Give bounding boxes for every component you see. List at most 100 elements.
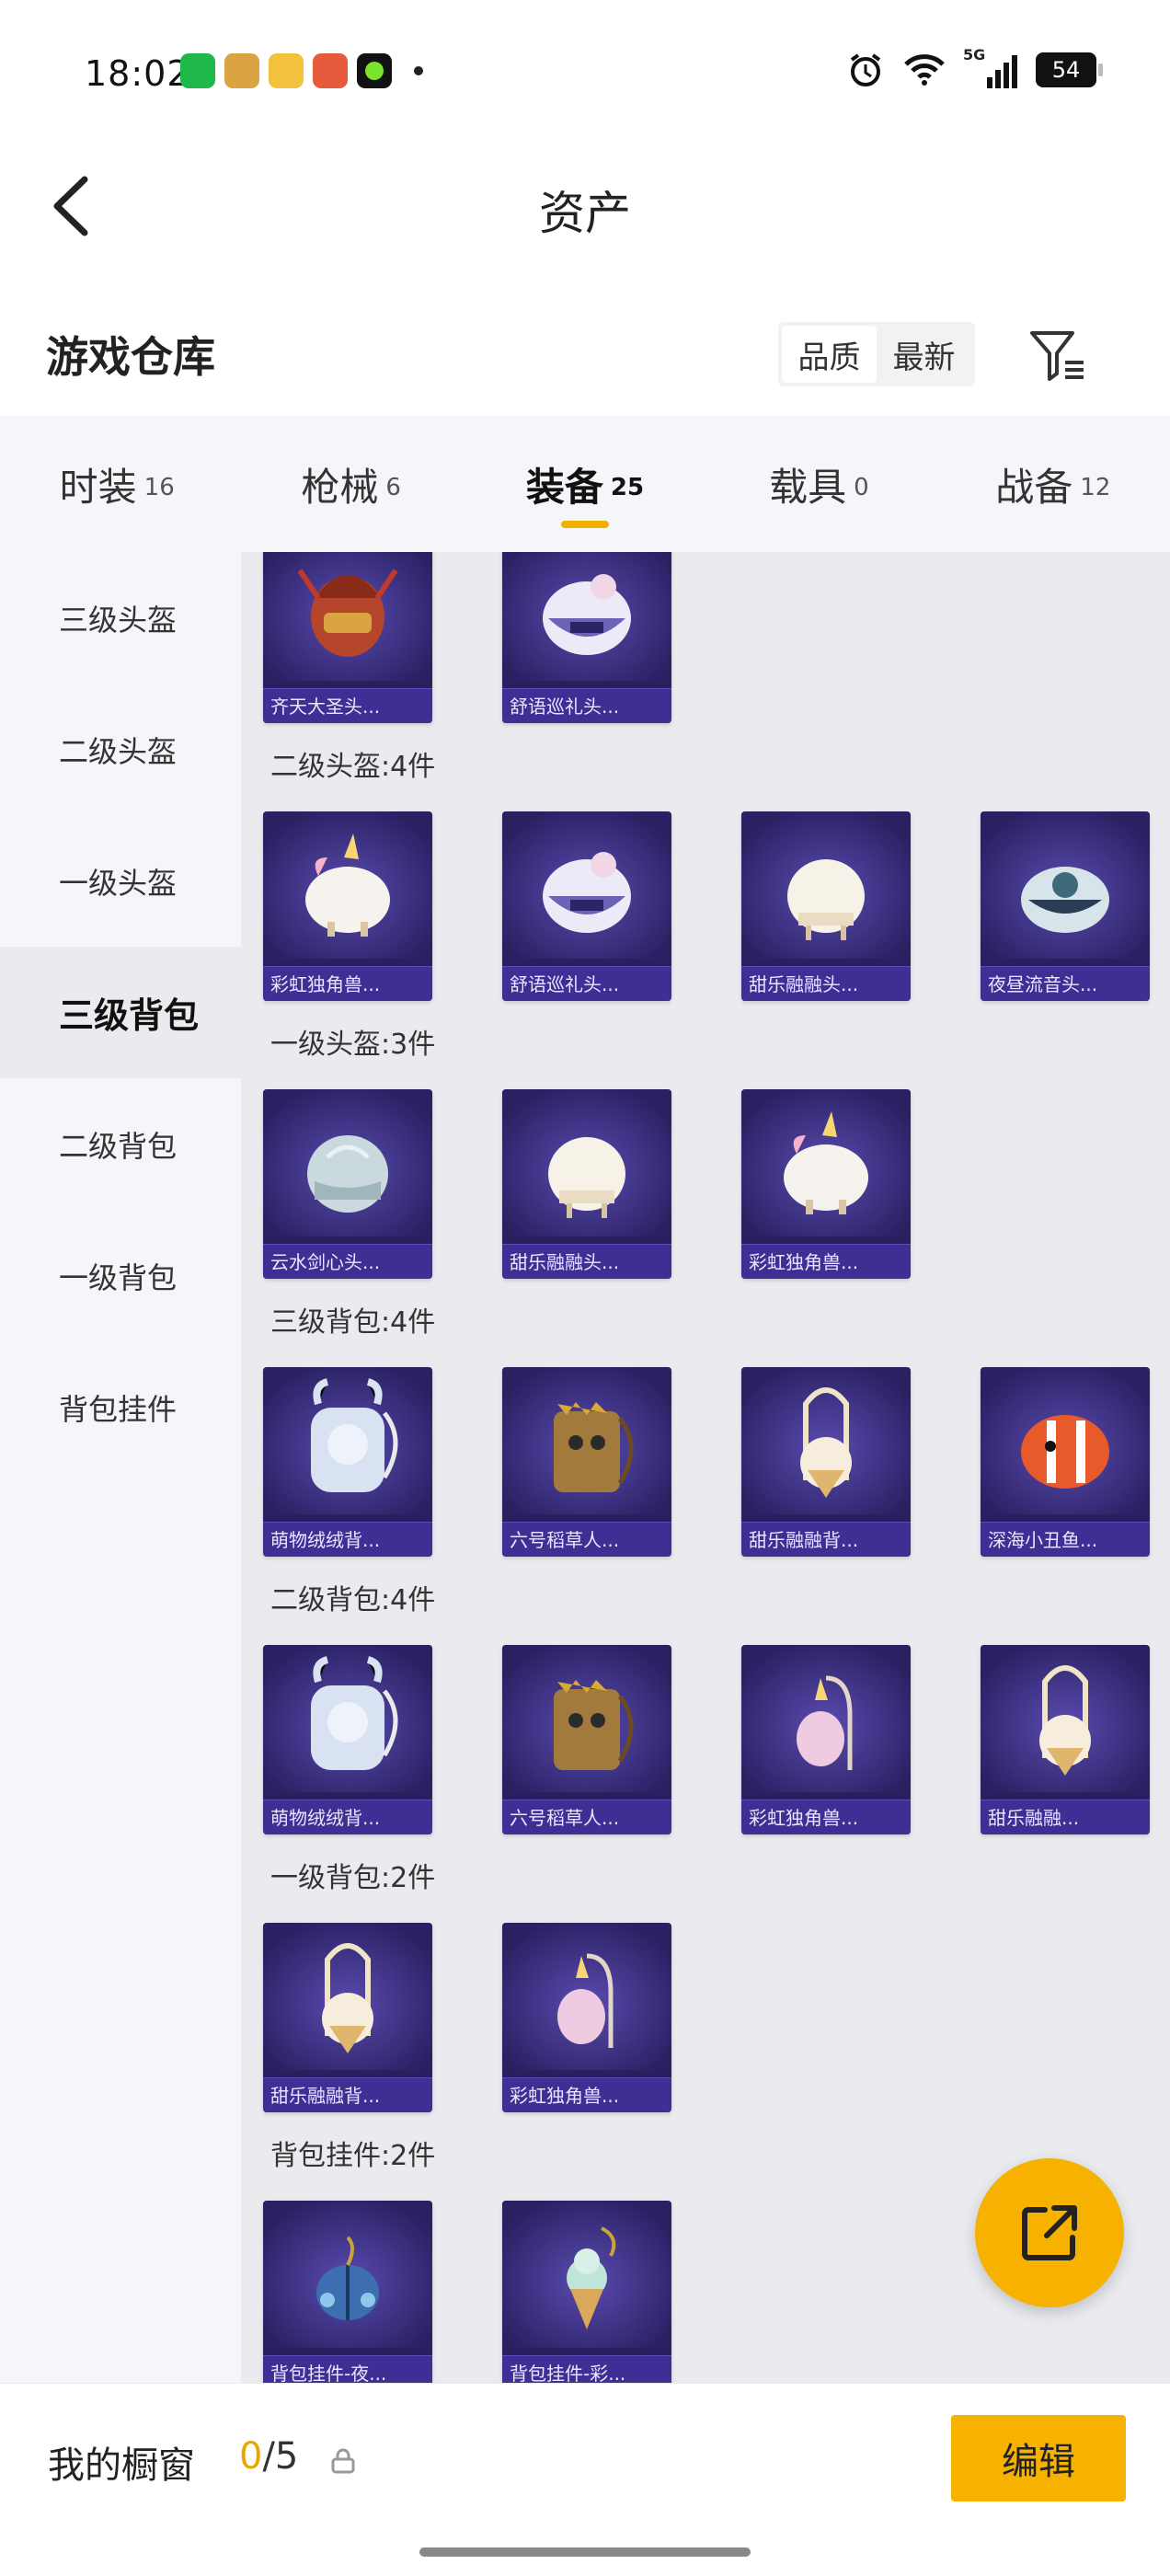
item-name: 彩虹独角兽...	[741, 1244, 911, 1279]
tab-equipment[interactable]: 装备 25	[468, 416, 702, 552]
item-name: 彩虹独角兽...	[263, 966, 432, 1001]
item-card[interactable]: 舒语巡礼头...	[502, 552, 671, 723]
asset-page: 18:02 5G 54 资产 游戏仓库 品质 最新 时装 16 枪械 6 装备 …	[0, 0, 1170, 2576]
tab-count: 0	[854, 474, 869, 501]
sidebar-item-lvl3-helmet[interactable]: 三级头盔	[0, 552, 241, 684]
helmet-unicorn-icon	[263, 811, 432, 959]
sidebar-item-lvl1-backpack[interactable]: 一级背包	[0, 1210, 241, 1341]
item-card[interactable]: 甜乐融融背...	[263, 1923, 432, 2112]
item-grid: 彩虹独角兽... 舒语巡礼头... 甜乐融融头... 夜昼流音头...	[241, 811, 1170, 1001]
item-name: 彩虹独角兽...	[502, 2077, 671, 2112]
item-card[interactable]: 彩虹独角兽...	[502, 1923, 671, 2112]
item-card[interactable]: 齐天大圣头...	[263, 552, 432, 723]
tab-label: 装备	[525, 464, 603, 510]
item-card[interactable]: 云水剑心头...	[263, 1089, 432, 1279]
backpack-unicorn-icon	[502, 1923, 671, 2070]
item-name: 甜乐融融背...	[263, 2077, 432, 2112]
item-card[interactable]: 背包挂件-夜...	[263, 2201, 432, 2383]
item-list[interactable]: 齐天大圣头... 舒语巡礼头... 二级头盔:4件彩虹独角兽... 舒语巡礼头... 甜…	[241, 552, 1170, 2383]
item-name: 背包挂件-夜...	[263, 2355, 432, 2383]
backpack-icecream-icon	[263, 1923, 432, 2070]
item-card[interactable]: 彩虹独角兽...	[741, 1089, 911, 1279]
lock-icon	[331, 2448, 355, 2474]
item-card[interactable]: 甜乐融融背...	[741, 1367, 911, 1557]
backpack-plush-icon	[263, 1367, 432, 1514]
item-card[interactable]: 六号稻草人...	[502, 1367, 671, 1557]
item-name: 齐天大圣头...	[263, 688, 432, 723]
alarm-icon	[850, 53, 881, 86]
helmet-pilgrimage-icon	[502, 552, 671, 681]
helmet-cloud-icon	[263, 1089, 432, 1236]
item-card[interactable]: 彩虹独角兽...	[263, 811, 432, 1001]
group-label: 一级头盔:3件	[270, 1029, 436, 1061]
item-name: 甜乐融融头...	[502, 1244, 671, 1279]
page-title: 资产	[539, 187, 631, 240]
cellular-signal: 5G	[963, 46, 1017, 88]
item-grid: 萌物绒绒背... 六号稻草人... 彩虹独角兽... 甜乐融融...	[241, 1645, 1170, 1834]
sort-newest-button[interactable]: 最新	[877, 326, 971, 383]
item-card[interactable]: 萌物绒绒背...	[263, 1367, 432, 1557]
backpack-icecream-icon	[741, 1367, 911, 1514]
item-card[interactable]: 甜乐融融...	[981, 1645, 1150, 1834]
group-label: 二级头盔:4件	[270, 751, 436, 783]
item-name: 舒语巡礼头...	[502, 688, 671, 723]
item-card[interactable]: 甜乐融融头...	[502, 1089, 671, 1279]
helmet-cream-icon	[502, 1089, 671, 1236]
share-button[interactable]	[975, 2158, 1124, 2307]
sidebar-item-lvl3-backpack[interactable]: 三级背包	[0, 947, 241, 1078]
item-card[interactable]: 萌物绒绒背...	[263, 1645, 432, 1834]
item-card[interactable]: 彩虹独角兽...	[741, 1645, 911, 1834]
item-name: 萌物绒绒背...	[263, 1522, 432, 1557]
filter-icon	[1030, 331, 1084, 381]
tab-battle-gear[interactable]: 战备 12	[936, 416, 1170, 552]
tab-count: 25	[610, 474, 645, 501]
nav-bar: 资产	[0, 156, 1170, 258]
backpack-icecream-icon	[981, 1645, 1150, 1792]
game-app-icon	[224, 53, 259, 88]
edit-button[interactable]: 编辑	[951, 2415, 1126, 2501]
more-notifications-dot	[414, 66, 423, 75]
tab-vehicles[interactable]: 载具 0	[702, 416, 935, 552]
category-tabs: 时装 16 枪械 6 装备 25 载具 0 战备 12	[0, 416, 1170, 552]
wifi-icon	[904, 54, 945, 86]
tab-label: 枪械	[301, 464, 379, 510]
green-dot-app-icon	[357, 53, 392, 88]
item-card[interactable]: 背包挂件-彩...	[502, 2201, 671, 2383]
battery-indicator: 54	[1036, 52, 1103, 87]
item-name: 夜昼流音头...	[981, 966, 1150, 1001]
helmet-monkey-king-icon	[263, 552, 432, 681]
sidebar-item-lvl2-backpack[interactable]: 二级背包	[0, 1078, 241, 1210]
warehouse-title: 游戏仓库	[46, 332, 215, 382]
video-app-icon	[269, 53, 304, 88]
item-card[interactable]: 六号稻草人...	[502, 1645, 671, 1834]
status-bar: 18:02 5G 54	[0, 0, 1170, 147]
item-name: 甜乐融融头...	[741, 966, 911, 1001]
helmet-cream-icon	[741, 811, 911, 959]
item-name: 背包挂件-彩...	[502, 2355, 671, 2383]
item-name: 舒语巡礼头...	[502, 966, 671, 1001]
sidebar-item-lvl1-helmet[interactable]: 一级头盔	[0, 815, 241, 947]
sidebar-item-lvl2-helmet[interactable]: 二级头盔	[0, 684, 241, 815]
backpack-scarecrow-icon	[502, 1367, 671, 1514]
item-card[interactable]: 甜乐融融头...	[741, 811, 911, 1001]
item-card[interactable]: 深海小丑鱼...	[981, 1367, 1150, 1557]
wechat-icon	[180, 53, 215, 88]
signal-bar	[987, 77, 992, 88]
tab-label: 战备	[995, 464, 1073, 510]
notification-icons	[180, 53, 423, 88]
bottom-bar: 我的橱窗 0/5 编辑	[0, 2383, 1170, 2576]
status-time: 18:02	[85, 53, 190, 94]
sidebar-item-backpack-charm[interactable]: 背包挂件	[0, 1341, 241, 1473]
tab-fashion[interactable]: 时装 16	[0, 416, 234, 552]
item-card[interactable]: 舒语巡礼头...	[502, 811, 671, 1001]
showcase-total: /5	[262, 2435, 299, 2478]
sort-quality-button[interactable]: 品质	[782, 326, 877, 383]
item-card[interactable]: 夜昼流音头...	[981, 811, 1150, 1001]
tab-firearms[interactable]: 枪械 6	[234, 416, 467, 552]
tab-label: 载具	[769, 464, 847, 510]
filter-button[interactable]	[1021, 318, 1095, 392]
tab-label: 时装	[59, 464, 137, 510]
item-name: 六号稻草人...	[502, 1800, 671, 1834]
signal-bar	[1004, 63, 1009, 88]
sidebar: 三级头盔 二级头盔 一级头盔 三级背包 二级背包 一级背包 背包挂件	[0, 552, 241, 2383]
